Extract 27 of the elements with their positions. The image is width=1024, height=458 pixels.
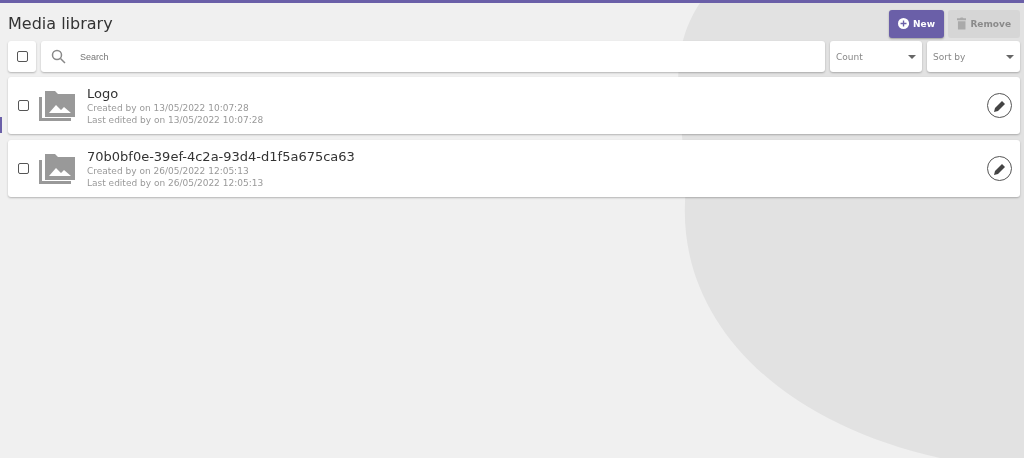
created-info: Created by on 13/05/2022 10:07:28 — [87, 103, 250, 113]
count-dropdown[interactable]: Count — [830, 41, 922, 72]
search-bar[interactable]: Search — [41, 41, 825, 72]
search-field[interactable]: Search — [78, 50, 815, 63]
checkbox[interactable] — [18, 163, 29, 174]
item-name: Logo — [87, 86, 120, 101]
checkbox[interactable] — [16, 51, 28, 62]
edited-info: Last edited by on 26/05/2022 12:05:13 — [87, 178, 265, 188]
edited-info: Last edited by on 13/05/2022 10:07:28 — [87, 115, 265, 125]
sort-dropdown[interactable]: Sort by — [927, 41, 1020, 72]
created-info: Created by on 26/05/2022 12:05:13 — [87, 166, 250, 176]
caret-icon — [1006, 54, 1014, 59]
trash-icon — [957, 17, 967, 30]
plus-circle-icon — [898, 17, 910, 30]
caret-icon — [908, 54, 916, 59]
image-folder-icon — [39, 153, 75, 184]
side-indicator — [0, 117, 2, 133]
search-icon — [51, 49, 66, 64]
new-button[interactable]: New — [889, 9, 944, 38]
pencil-icon — [993, 162, 1006, 175]
edit-button[interactable] — [987, 93, 1012, 118]
item-name: 70b0bf0e-39ef-4c2a-93d4-d1f5a675ca63 — [87, 149, 356, 164]
page-title: Media library — [8, 14, 114, 33]
edit-button[interactable] — [987, 156, 1012, 181]
checkbox[interactable] — [18, 100, 29, 111]
image-folder-icon — [39, 90, 75, 121]
pencil-icon — [993, 99, 1006, 112]
